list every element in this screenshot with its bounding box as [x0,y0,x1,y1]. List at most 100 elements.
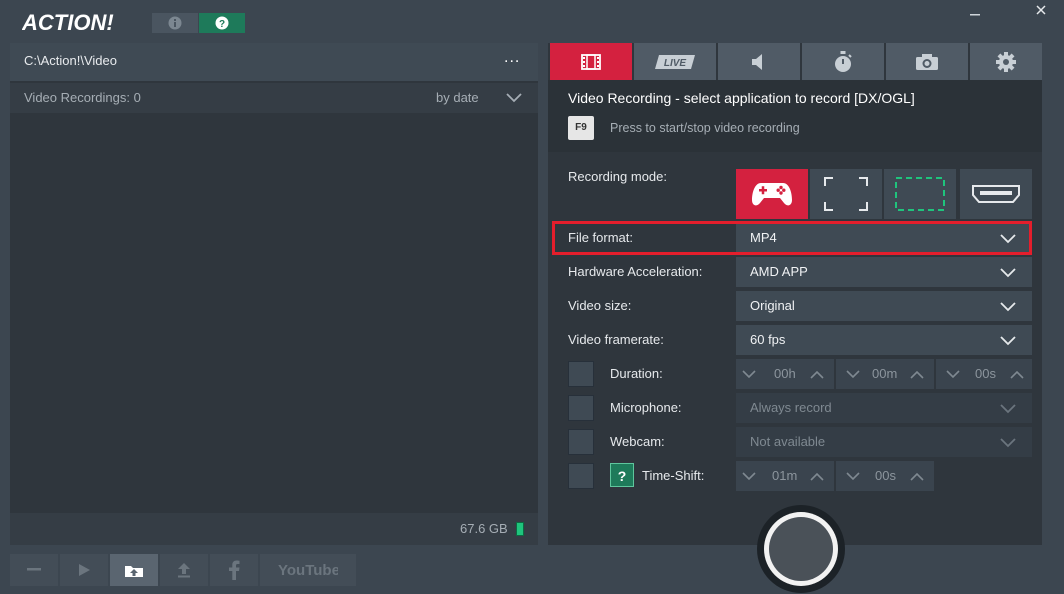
chevron-up-icon[interactable] [810,472,824,481]
sort-dropdown[interactable]: by date [436,90,479,105]
duration-checkbox[interactable] [568,361,594,387]
recordings-header: Video Recordings: 0 by date [10,83,538,113]
recordings-panel: C:\Action!\Video ... Video Recordings: 0… [10,43,538,545]
region-select-icon [895,177,945,211]
video-size-dropdown[interactable]: Original [736,291,1032,321]
tab-video-recording[interactable] [550,43,632,80]
recordings-count: Video Recordings: 0 [24,90,141,105]
tab-settings[interactable] [970,43,1042,80]
timeshift-help-button[interactable]: ? [610,463,634,487]
action-logo: ACTION! [21,9,128,35]
record-button-core[interactable] [769,517,833,581]
hotkey-badge[interactable]: F9 [568,116,594,140]
play-icon [79,564,90,576]
duration-hours-stepper[interactable]: 00h [736,359,834,389]
delete-button[interactable] [10,554,58,586]
timeshift-checkbox[interactable] [568,463,594,489]
disk-free-space: 67.6 GB [460,521,508,536]
hotkey-description: Press to start/stop video recording [610,121,800,135]
video-framerate-dropdown[interactable]: 60 fps [736,325,1032,355]
webcam-value: Not available [750,434,826,449]
youtube-icon: YouTube [278,562,338,579]
video-size-label: Video size: [568,298,632,313]
hardware-acceleration-value: AMD APP [750,264,808,279]
chevron-up-icon[interactable] [910,370,924,379]
video-framerate-value: 60 fps [750,332,786,347]
mode-hdmi-button[interactable] [960,169,1032,219]
duration-label: Duration: [610,366,663,381]
mode-fullscreen-button[interactable] [810,169,882,219]
duration-minutes-value: 00m [872,366,898,381]
upload-button[interactable] [160,554,208,586]
duration-seconds-stepper[interactable]: 00s [936,359,1032,389]
video-size-value: Original [750,298,795,313]
webcam-checkbox[interactable] [568,429,594,455]
chevron-down-icon[interactable] [846,472,860,481]
microphone-value: Always record [750,400,832,415]
logo-text: ACTION! [22,10,114,35]
play-button[interactable] [60,554,108,586]
chevron-down-icon [1000,404,1016,414]
file-format-highlight [552,221,1032,255]
disk-usage-icon [516,522,524,536]
chevron-down-icon[interactable] [946,370,960,379]
chevron-down-icon[interactable] [742,472,756,481]
panel-header: Video Recording - select application to … [548,80,1042,152]
minus-icon [27,568,41,571]
tab-screenshot[interactable] [886,43,968,80]
close-icon [1036,5,1046,15]
mode-game-button[interactable] [736,169,808,219]
chevron-up-icon[interactable] [910,472,924,481]
close-button[interactable] [1018,0,1064,20]
disk-footer: 67.6 GB [10,513,538,545]
mode-region-button[interactable] [884,169,956,219]
recording-mode-label: Recording mode: [568,169,667,184]
help-icon: ? [215,16,229,30]
gamepad-icon [752,183,792,206]
minimize-button[interactable] [960,2,990,20]
camera-icon [916,53,938,70]
info-icon [168,16,182,30]
minimize-icon [970,14,980,16]
duration-seconds-value: 00s [975,366,996,381]
hardware-acceleration-label: Hardware Acceleration: [568,264,703,279]
tab-benchmark[interactable] [802,43,884,80]
chevron-down-icon [1000,336,1016,346]
hardware-acceleration-dropdown[interactable]: AMD APP [736,257,1032,287]
chevron-up-icon[interactable] [1010,370,1024,379]
chevron-down-icon [1000,302,1016,312]
chevron-down-icon[interactable] [846,370,860,379]
chevron-down-icon[interactable] [506,93,522,103]
microphone-dropdown[interactable]: Always record [736,393,1032,423]
open-folder-button[interactable] [110,554,158,586]
webcam-dropdown[interactable]: Not available [736,427,1032,457]
duration-hours-value: 00h [774,366,796,381]
info-button[interactable] [152,13,198,33]
panel-title: Video Recording - select application to … [568,90,915,106]
facebook-button[interactable] [210,554,258,586]
microphone-label: Microphone: [610,400,682,415]
svg-text:YouTube: YouTube [278,562,338,579]
folder-path: C:\Action!\Video [24,53,117,68]
timeshift-seconds-stepper[interactable]: 00s [836,461,934,491]
youtube-button[interactable]: YouTube [260,554,356,586]
facebook-icon [229,560,240,580]
recordings-list[interactable] [10,113,538,513]
folder-upload-icon [125,566,143,577]
webcam-label: Webcam: [610,434,665,449]
svg-text:LIVE: LIVE [664,58,687,69]
stopwatch-icon [835,50,852,72]
tab-live-streaming[interactable]: LIVE [634,43,716,80]
timeshift-minutes-stepper[interactable]: 01m [736,461,834,491]
timeshift-minutes-value: 01m [772,468,798,483]
video-framerate-label: Video framerate: [568,332,664,347]
chevron-up-icon[interactable] [810,370,824,379]
microphone-checkbox[interactable] [568,395,594,421]
chevron-down-icon[interactable] [742,370,756,379]
path-bar: C:\Action!\Video ... [10,43,538,81]
help-button[interactable]: ? [199,13,245,33]
duration-minutes-stepper[interactable]: 00m [836,359,934,389]
speaker-icon [752,53,762,70]
tab-audio[interactable] [718,43,800,80]
browse-folder-button[interactable]: ... [504,49,520,67]
